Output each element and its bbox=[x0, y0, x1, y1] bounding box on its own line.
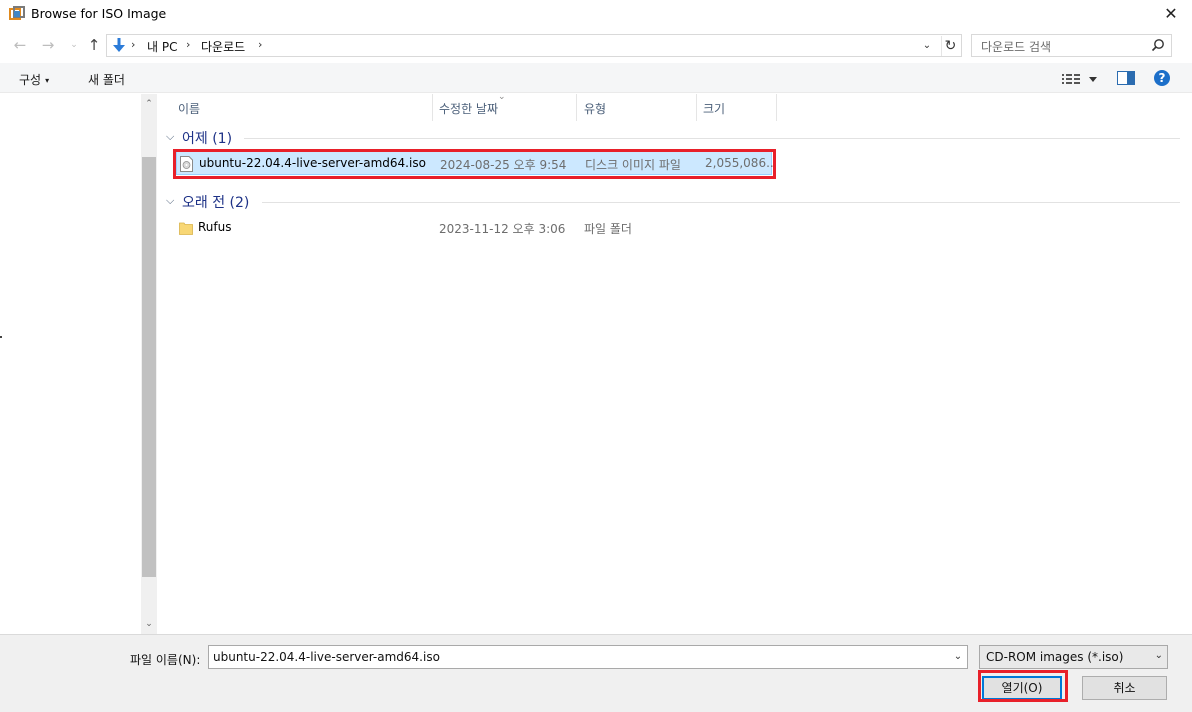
sort-indicator-icon: ⌄ bbox=[498, 92, 506, 102]
breadcrumb-separator[interactable]: › bbox=[131, 38, 135, 51]
file-type-selected-value: CD-ROM images (*.iso) bbox=[986, 650, 1124, 664]
search-placeholder: 다운로드 검색 bbox=[981, 40, 1052, 54]
file-size: 2,055,086... bbox=[705, 156, 773, 170]
command-toolbar: 구성 ▾ 새 폴더 ? bbox=[0, 63, 1192, 93]
search-icon[interactable] bbox=[1151, 38, 1165, 52]
file-type-select[interactable]: CD-ROM images (*.iso) ⌄ bbox=[979, 645, 1168, 669]
scroll-down-arrow-icon[interactable]: ⌄ bbox=[141, 616, 157, 632]
group-collapse-chevron-icon[interactable]: ⌵ bbox=[166, 194, 174, 208]
column-header-name[interactable]: 이름 bbox=[158, 94, 433, 121]
cancel-button[interactable]: 취소 bbox=[1082, 676, 1167, 700]
open-button[interactable]: 열기(O) bbox=[982, 676, 1062, 700]
filename-input[interactable] bbox=[208, 645, 968, 669]
recent-locations-chevron-icon[interactable]: ⌄ bbox=[64, 34, 84, 56]
disc-image-file-icon bbox=[180, 156, 193, 172]
group-header-yesterday[interactable]: ⌵ 어제 (1) bbox=[166, 127, 1180, 149]
breadcrumb-separator[interactable]: › bbox=[258, 38, 262, 51]
breadcrumb-separator[interactable]: › bbox=[186, 38, 190, 51]
caret-down-icon: ▾ bbox=[45, 76, 50, 85]
window-edge-mark bbox=[0, 336, 2, 338]
vmware-app-icon bbox=[9, 6, 25, 20]
navigation-pane[interactable] bbox=[0, 94, 141, 634]
address-history-dropdown-icon[interactable]: ⌄ bbox=[919, 37, 935, 55]
group-divider bbox=[244, 138, 1180, 139]
column-header-type[interactable]: 유형 bbox=[577, 94, 697, 121]
up-arrow-icon[interactable]: ↑ bbox=[84, 34, 104, 56]
file-date-modified: 2024-08-25 오후 9:54 bbox=[440, 158, 567, 172]
window-title: Browse for ISO Image bbox=[31, 6, 167, 21]
forward-arrow-icon[interactable]: → bbox=[38, 34, 58, 56]
scrollbar-thumb[interactable] bbox=[142, 157, 156, 577]
new-folder-button[interactable]: 새 폴더 bbox=[88, 71, 125, 88]
file-row[interactable]: Rufus 2023-11-12 오후 3:06 파일 폴더 bbox=[176, 216, 772, 240]
downloads-folder-icon bbox=[113, 38, 125, 52]
file-row[interactable]: ubuntu-22.04.4-live-server-amd64.iso 202… bbox=[176, 151, 773, 175]
file-name: Rufus bbox=[198, 220, 232, 234]
navigation-pane-scrollbar[interactable]: ⌃ ⌄ bbox=[141, 94, 157, 634]
preview-pane-icon[interactable] bbox=[1117, 71, 1135, 85]
column-header-size[interactable]: 크기 bbox=[697, 94, 777, 121]
title-bar: Browse for ISO Image ✕ bbox=[0, 0, 1192, 29]
file-date-modified: 2023-11-12 오후 3:06 bbox=[439, 222, 566, 236]
change-view-icon[interactable] bbox=[1062, 71, 1102, 87]
group-label: 어제 (1) bbox=[182, 131, 233, 147]
file-name: ubuntu-22.04.4-live-server-amd64.iso bbox=[199, 156, 426, 170]
group-collapse-chevron-icon[interactable]: ⌵ bbox=[166, 130, 174, 144]
chevron-down-icon: ⌄ bbox=[1154, 650, 1163, 661]
file-type: 디스크 이미지 파일 bbox=[585, 158, 681, 172]
file-list[interactable]: 이름 수정한 날짜 ⌄ 유형 크기 ⌵ 어제 (1) ubuntu-22.04.… bbox=[158, 92, 1192, 634]
search-input[interactable]: 다운로드 검색 bbox=[971, 34, 1172, 57]
scroll-up-arrow-icon[interactable]: ⌃ bbox=[141, 96, 157, 112]
back-arrow-icon[interactable]: ← bbox=[10, 34, 30, 56]
group-header-long-ago[interactable]: ⌵ 오래 전 (2) bbox=[166, 191, 1180, 213]
folder-icon bbox=[179, 222, 193, 235]
refresh-icon[interactable]: ↻ bbox=[941, 36, 959, 56]
close-button[interactable]: ✕ bbox=[1160, 3, 1182, 25]
organize-label: 구성 bbox=[19, 73, 42, 87]
group-divider bbox=[262, 202, 1180, 203]
group-label: 오래 전 (2) bbox=[182, 195, 250, 211]
breadcrumb-this-pc[interactable]: 내 PC bbox=[147, 38, 177, 55]
help-icon[interactable]: ? bbox=[1154, 70, 1170, 86]
breadcrumb-downloads[interactable]: 다운로드 bbox=[201, 38, 245, 55]
organize-menu-button[interactable]: 구성 ▾ bbox=[19, 71, 49, 88]
dialog-footer: 파일 이름(N): ⌄ CD-ROM images (*.iso) ⌄ 열기(O… bbox=[0, 634, 1192, 712]
address-bar[interactable]: › 내 PC › 다운로드 › ⌄ ↻ bbox=[106, 34, 962, 57]
file-type: 파일 폴더 bbox=[584, 222, 632, 236]
filename-history-dropdown-icon[interactable]: ⌄ bbox=[950, 649, 966, 665]
filename-label: 파일 이름(N): bbox=[130, 653, 201, 667]
column-header-date-label: 수정한 날짜 bbox=[439, 102, 499, 116]
